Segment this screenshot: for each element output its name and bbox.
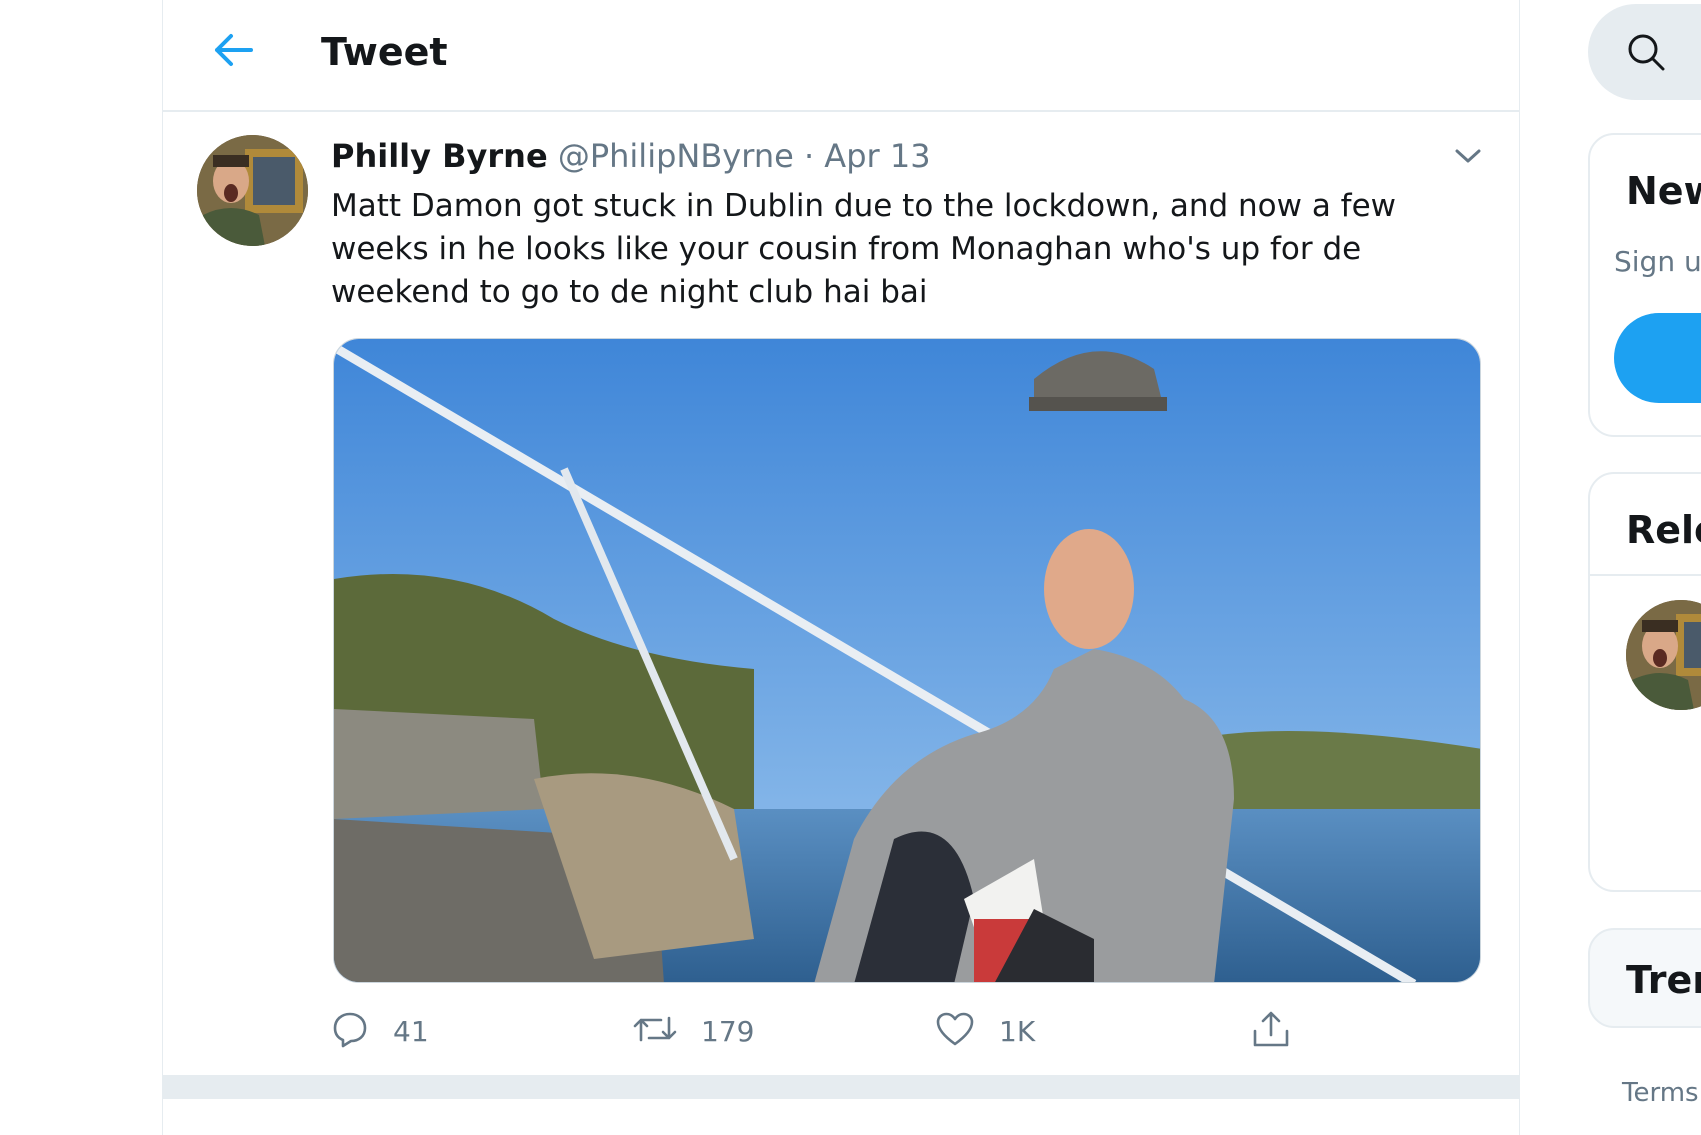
chevron-down-icon: [1455, 148, 1481, 168]
page-header: Tweet: [163, 0, 1519, 112]
retweet-count: 179: [701, 1014, 755, 1048]
more-options-button[interactable]: [1445, 135, 1491, 181]
avatar[interactable]: [197, 135, 308, 246]
tweet-date[interactable]: Apr 13: [824, 137, 930, 175]
relevant-card-title: Rele: [1626, 508, 1701, 552]
relevant-people-card: Rele: [1588, 472, 1701, 892]
trends-card: Tren: [1588, 928, 1701, 1028]
card-divider: [1590, 574, 1701, 576]
relevant-user-avatar[interactable]: [1626, 600, 1701, 710]
tweet-card: Philly Byrne @PhilipNByrne · Apr 13 Matt…: [163, 113, 1519, 1073]
page-title: Tweet: [321, 30, 448, 74]
arrow-left-icon: [213, 33, 253, 71]
reply-icon: [331, 1010, 369, 1052]
share-button[interactable]: [1251, 1003, 1291, 1059]
signup-button[interactable]: [1614, 313, 1701, 403]
new-to-twitter-card: New Sign up: [1588, 133, 1701, 437]
search-input[interactable]: [1588, 4, 1701, 100]
heart-icon: [935, 1011, 975, 1051]
separator-dot: ·: [803, 137, 815, 175]
tweet-actions: 41 179 1K: [331, 1003, 1431, 1059]
like-button[interactable]: 1K: [935, 1003, 1035, 1059]
terms-link[interactable]: Terms: [1622, 1078, 1699, 1108]
tweet-photo[interactable]: [333, 338, 1481, 983]
search-icon: [1626, 32, 1666, 76]
back-button[interactable]: [208, 27, 258, 77]
retweet-icon: [633, 1010, 677, 1052]
like-count: 1K: [999, 1014, 1036, 1048]
trends-card-title: Tren: [1626, 958, 1701, 1002]
author-name[interactable]: Philly Byrne: [331, 137, 548, 175]
section-divider: [163, 1075, 1519, 1099]
main-column: Tweet Philly Byrne @PhilipNByrne · Apr 1…: [162, 0, 1520, 1135]
author-handle[interactable]: @PhilipNByrne: [558, 137, 794, 175]
retweet-button[interactable]: 179: [633, 1003, 754, 1059]
share-icon: [1251, 1009, 1291, 1053]
new-card-title: New: [1626, 169, 1701, 213]
reply-button[interactable]: 41: [331, 1003, 429, 1059]
tweet-text: Matt Damon got stuck in Dublin due to th…: [331, 188, 1397, 310]
new-card-subtitle: Sign up: [1614, 245, 1701, 278]
tweet-header: Philly Byrne @PhilipNByrne · Apr 13: [331, 137, 931, 175]
reply-count: 41: [393, 1014, 429, 1048]
